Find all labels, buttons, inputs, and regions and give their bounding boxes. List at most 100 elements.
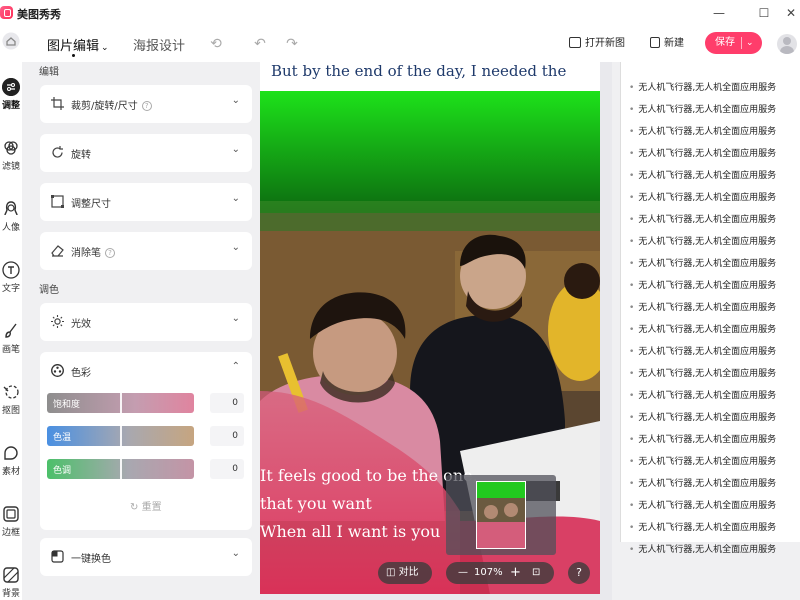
- minimize-button[interactable]: —: [710, 4, 728, 22]
- nav-label: 文字: [1, 284, 20, 294]
- saturation-slider[interactable]: 饱和度: [47, 393, 194, 413]
- temperature-slider[interactable]: 色温: [47, 426, 194, 446]
- reset-button[interactable]: ↻ 重置: [130, 498, 162, 513]
- light-label: 光效: [71, 319, 91, 330]
- list-item[interactable]: 无人机飞行器,无人机全面应用服务: [629, 432, 776, 445]
- list-item[interactable]: 无人机飞行器,无人机全面应用服务: [629, 300, 776, 313]
- chevron-down-icon: ⌄: [101, 43, 109, 53]
- avatar[interactable]: [777, 34, 797, 54]
- crop-rotate-size-card[interactable]: 裁剪/旋转/尺寸? ⌄: [40, 85, 252, 123]
- slider-knob[interactable]: [120, 393, 122, 413]
- help-button[interactable]: ?: [568, 562, 590, 584]
- nav-home[interactable]: [0, 32, 22, 50]
- tab-poster-design[interactable]: 海报设计: [133, 35, 185, 54]
- sliders-icon: [2, 78, 20, 96]
- rotate-label: 旋转: [71, 150, 91, 161]
- list-item[interactable]: 无人机飞行器,无人机全面应用服务: [629, 212, 776, 225]
- new-button[interactable]: 新建: [650, 36, 684, 52]
- chevron-down-icon: ⌄: [231, 313, 240, 324]
- lyric-line: When all I want is you: [260, 522, 441, 541]
- nav-item-brush[interactable]: 画笔: [0, 322, 22, 355]
- list-item[interactable]: 无人机飞行器,无人机全面应用服务: [629, 124, 776, 137]
- rotate-icon: [52, 146, 63, 158]
- saturation-value[interactable]: 0: [210, 393, 244, 413]
- compare-icon: ◫: [386, 567, 396, 578]
- navigator-thumbnail[interactable]: [446, 475, 556, 555]
- thumbnail-preview: [477, 482, 525, 548]
- navigator-viewport[interactable]: [476, 481, 526, 549]
- right-list-panel: 无人机飞行器,无人机全面应用服务无人机飞行器,无人机全面应用服务无人机飞行器,无…: [620, 62, 800, 555]
- list-item[interactable]: 无人机飞行器,无人机全面应用服务: [629, 476, 776, 489]
- canvas-area[interactable]: But by the end of the day, I needed the: [260, 62, 612, 600]
- nav-item-filter[interactable]: 滤镜: [0, 139, 22, 172]
- open-new-button[interactable]: 打开新图: [569, 36, 625, 52]
- tint-slider[interactable]: 色调: [47, 459, 194, 479]
- zoom-in-button[interactable]: +: [510, 562, 521, 584]
- nav-item-background[interactable]: 背景: [0, 566, 22, 599]
- nav-label: 调整: [1, 101, 20, 111]
- slider-label: 色调: [53, 466, 72, 476]
- list-item[interactable]: 无人机飞行器,无人机全面应用服务: [629, 256, 776, 269]
- nav-item-sticker[interactable]: 素材: [0, 444, 22, 477]
- list-item[interactable]: 无人机飞行器,无人机全面应用服务: [629, 366, 776, 379]
- zoom-level[interactable]: 107%: [474, 562, 503, 584]
- new-label: 新建: [664, 38, 684, 49]
- undo-icon[interactable]: ↶: [252, 36, 268, 52]
- chevron-up-icon[interactable]: ⌃: [232, 361, 240, 372]
- slider-knob[interactable]: [120, 426, 122, 446]
- list-item[interactable]: 无人机飞行器,无人机全面应用服务: [629, 410, 776, 423]
- background-icon: [3, 567, 19, 583]
- one-click-color-card[interactable]: 一键换色 ⌄: [40, 538, 252, 576]
- list-item[interactable]: 无人机飞行器,无人机全面应用服务: [629, 322, 776, 335]
- chevron-down-icon: ⌄: [231, 242, 240, 253]
- fit-screen-icon[interactable]: ⊡: [532, 562, 540, 584]
- nav-label: 边框: [1, 528, 20, 538]
- list-item[interactable]: 无人机飞行器,无人机全面应用服务: [629, 498, 776, 511]
- list-item[interactable]: 无人机飞行器,无人机全面应用服务: [629, 234, 776, 247]
- temperature-value[interactable]: 0: [210, 426, 244, 446]
- list-item[interactable]: 无人机飞行器,无人机全面应用服务: [629, 454, 776, 467]
- resize-card[interactable]: 调整尺寸 ⌄: [40, 183, 252, 221]
- list-item[interactable]: 无人机飞行器,无人机全面应用服务: [629, 278, 776, 291]
- eraser-card[interactable]: 消除笔? ⌄: [40, 232, 252, 270]
- nav-item-adjust[interactable]: 调整: [0, 78, 22, 111]
- list-item[interactable]: 无人机飞行器,无人机全面应用服务: [629, 146, 776, 159]
- one-click-color-label: 一键换色: [71, 554, 111, 565]
- list-item[interactable]: 无人机飞行器,无人机全面应用服务: [629, 168, 776, 181]
- rotate-card[interactable]: 旋转 ⌄: [40, 134, 252, 172]
- save-divider: [741, 37, 742, 49]
- overlay-text-top: But by the end of the day, I needed the: [271, 62, 567, 80]
- eraser-icon: [51, 245, 64, 257]
- nav-item-frame[interactable]: 边框: [0, 505, 22, 538]
- list-item[interactable]: 无人机飞行器,无人机全面应用服务: [629, 344, 776, 357]
- history-icon[interactable]: ⟲: [208, 36, 224, 52]
- nav-item-text[interactable]: 文字: [0, 261, 22, 294]
- tab-image-edit[interactable]: 图片编辑 ⌄: [47, 35, 109, 54]
- help-icon[interactable]: ?: [105, 248, 115, 258]
- chevron-down-icon[interactable]: ⌄: [746, 32, 754, 54]
- list-item[interactable]: 无人机飞行器,无人机全面应用服务: [629, 102, 776, 115]
- save-button[interactable]: 保存 ⌄: [705, 32, 762, 54]
- redo-icon[interactable]: ↷: [284, 36, 300, 52]
- tint-value[interactable]: 0: [210, 459, 244, 479]
- nav-item-portrait[interactable]: 人像: [0, 200, 22, 233]
- light-effect-card[interactable]: 光效 ⌄: [40, 303, 252, 341]
- slider-knob[interactable]: [120, 459, 122, 479]
- list-item[interactable]: 无人机飞行器,无人机全面应用服务: [629, 520, 776, 533]
- eraser-label: 消除笔: [71, 248, 101, 259]
- close-button[interactable]: ✕: [782, 4, 800, 22]
- list-item[interactable]: 无人机飞行器,无人机全面应用服务: [629, 190, 776, 203]
- color-swap-icon: [51, 550, 64, 563]
- list-item[interactable]: 无人机飞行器,无人机全面应用服务: [629, 542, 776, 555]
- compare-button[interactable]: ◫ 对比: [378, 562, 432, 584]
- resize-label: 调整尺寸: [71, 199, 111, 210]
- chevron-down-icon: ⌄: [231, 95, 240, 106]
- list-item[interactable]: 无人机飞行器,无人机全面应用服务: [629, 388, 776, 401]
- list-item[interactable]: 无人机飞行器,无人机全面应用服务: [629, 80, 776, 93]
- nav-label: 人像: [1, 223, 20, 233]
- zoom-out-button[interactable]: —: [458, 562, 468, 584]
- nav-item-cutout[interactable]: 抠图: [0, 383, 22, 416]
- help-icon[interactable]: ?: [141, 101, 152, 111]
- resize-icon: [51, 195, 64, 208]
- maximize-button[interactable]: ☐: [755, 4, 773, 22]
